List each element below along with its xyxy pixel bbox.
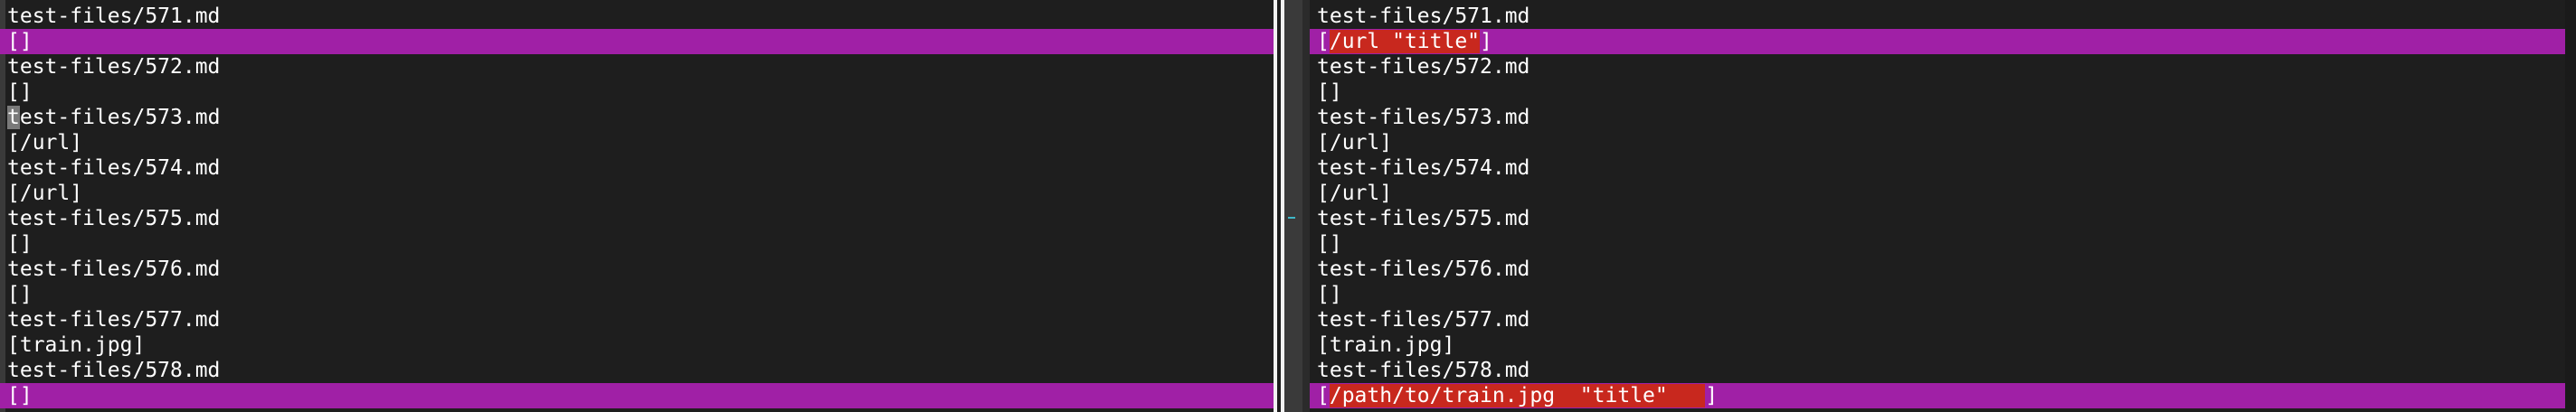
diff-line[interactable]: test-files/574.md (0, 155, 1274, 181)
line-text: test-files/574.md (7, 156, 221, 180)
diff-line[interactable]: [/url] (1310, 130, 2567, 155)
line-text: [] (7, 232, 33, 256)
diff-line[interactable]: test-files/572.md (1310, 54, 2567, 80)
text-cursor: t (7, 106, 20, 129)
diff-line[interactable]: test-files/574.md (1310, 155, 2567, 181)
line-text: test-files/578.md (1317, 359, 1530, 382)
diff-line[interactable]: test-files/572.md (0, 54, 1274, 80)
diff-line[interactable]: test-files/577.md (0, 307, 1274, 332)
diff-line[interactable]: test-files/577.md (1310, 307, 2567, 332)
diff-line[interactable]: test-files/578.md (0, 358, 1274, 383)
line-text: [] (7, 283, 33, 306)
line-text: est-files/573.md (19, 106, 221, 129)
line-text: [] (1317, 283, 1342, 306)
diff-line[interactable]: [/url] (0, 181, 1274, 206)
diff-line[interactable]: [] (1310, 80, 2567, 105)
line-text: [/url] (1317, 131, 1393, 154)
diff-line[interactable]: test-files/571.md (0, 4, 1274, 29)
changed-text: /path/to/train.jpg "title" (1329, 384, 1706, 407)
diff-line-cursor[interactable]: test-files/573.md (0, 105, 1274, 130)
diff-line[interactable]: test-files/571.md (1310, 4, 2567, 29)
diff-line[interactable]: [] (1310, 231, 2567, 257)
line-text: test-files/572.md (1317, 55, 1530, 79)
diff-line[interactable]: [] (1310, 282, 2567, 307)
line-text: [/url] (7, 131, 83, 154)
line-text: test-files/576.md (7, 258, 221, 281)
line-text: [train.jpg] (7, 333, 146, 357)
line-text: test-files/577.md (7, 308, 221, 332)
line-text: [train.jpg] (1317, 333, 1455, 357)
diff-line[interactable]: [/url] (1310, 181, 2567, 206)
diff-pane-right[interactable]: test-files/571.md [/url "title"] test-fi… (1310, 4, 2567, 412)
diff-line[interactable]: test-files/576.md (0, 257, 1274, 282)
diff-line-changed[interactable]: [] (0, 383, 1274, 408)
line-text: [ (1317, 384, 1330, 407)
fold-marker (1288, 217, 1295, 219)
line-text: [] (7, 30, 33, 53)
diff-line[interactable]: test-files/578.md (1310, 358, 2567, 383)
pane-divider[interactable] (1274, 0, 1277, 412)
line-text: test-files/577.md (1317, 308, 1530, 332)
line-text: test-files/571.md (1317, 5, 1530, 28)
line-text: [] (1317, 232, 1342, 256)
line-text: [] (7, 80, 33, 104)
line-text: ] (1480, 30, 1492, 53)
line-text: [/url] (1317, 182, 1393, 205)
diff-line[interactable]: [] (0, 282, 1274, 307)
diff-pane-left[interactable]: test-files/571.md [] test-files/572.md [… (0, 4, 1274, 412)
line-text: [] (1317, 80, 1342, 104)
line-text: test-files/576.md (1317, 258, 1530, 281)
diff-line-changed[interactable]: [/url "title"] (1310, 29, 2567, 54)
line-text: [/url] (7, 182, 83, 205)
right-gutter (1302, 0, 1310, 412)
line-text: test-files/573.md (1317, 106, 1530, 129)
diff-line[interactable]: test-files/575.md (0, 206, 1274, 231)
diff-line[interactable]: [train.jpg] (1310, 332, 2567, 358)
line-text: ] (1705, 384, 1719, 407)
line-text: test-files/575.md (7, 207, 221, 230)
line-text: test-files/572.md (7, 55, 221, 79)
line-text: test-files/574.md (1317, 156, 1530, 180)
diff-line-changed[interactable]: [/path/to/train.jpg "title" ] (1310, 383, 2567, 408)
changed-text: /url "title" (1329, 30, 1481, 53)
line-text: test-files/578.md (7, 359, 221, 382)
line-text: test-files/575.md (1317, 207, 1530, 230)
diff-line[interactable]: test-files/576.md (1310, 257, 2567, 282)
diff-line[interactable]: test-files/575.md (1310, 206, 2567, 231)
diff-line-changed[interactable]: [] (0, 29, 1274, 54)
diff-line[interactable]: test-files/573.md (1310, 105, 2567, 130)
diff-line[interactable]: [] (0, 80, 1274, 105)
diff-line[interactable]: [train.jpg] (0, 332, 1274, 358)
line-text: [ (1317, 30, 1330, 53)
diff-line[interactable]: [/url] (0, 130, 1274, 155)
diff-line[interactable]: [] (0, 231, 1274, 257)
line-text: [] (7, 384, 33, 407)
scrollbar[interactable] (2565, 0, 2576, 412)
line-text: test-files/571.md (7, 5, 221, 28)
